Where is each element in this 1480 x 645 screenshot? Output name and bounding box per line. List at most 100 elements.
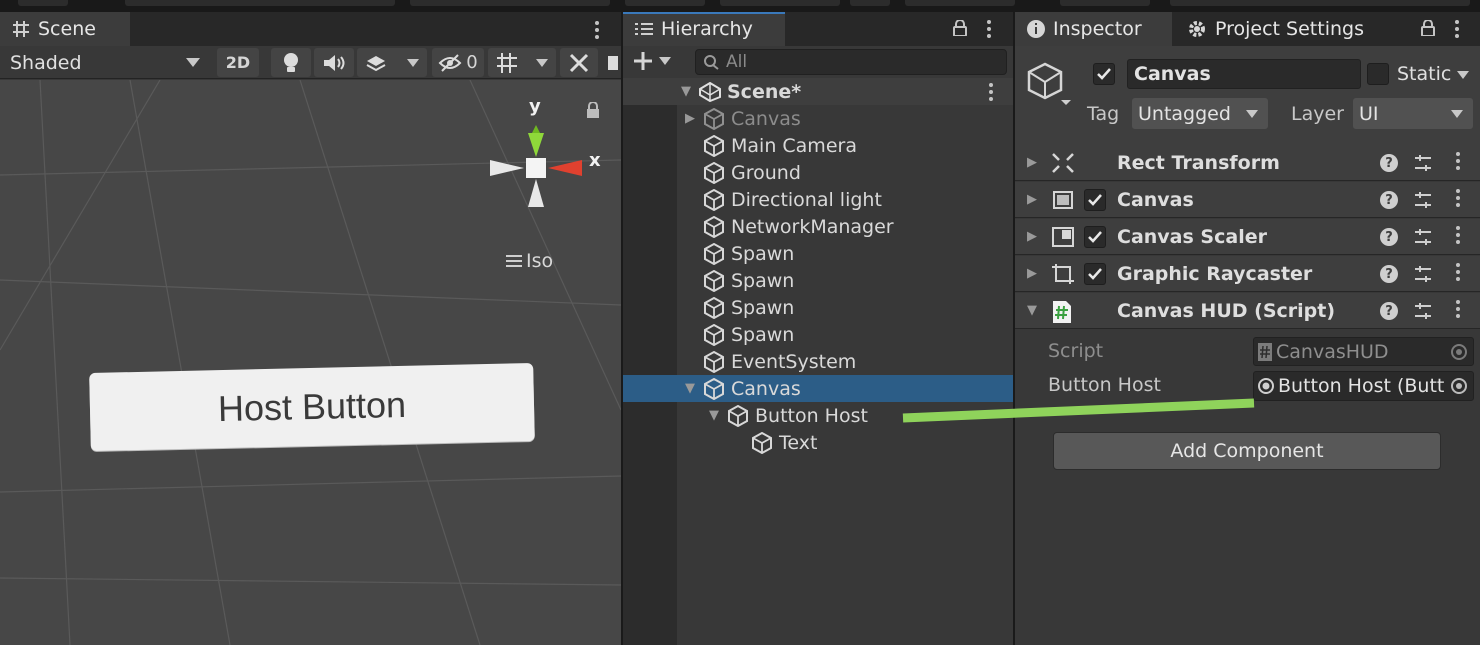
chevron-down-icon[interactable] (1457, 71, 1469, 79)
tag-dropdown[interactable]: Untagged (1132, 98, 1268, 129)
object-name-field[interactable]: Canvas (1127, 59, 1361, 89)
info-icon (1027, 20, 1045, 38)
help-icon[interactable]: ? (1380, 154, 1398, 172)
component-kebab-icon[interactable] (1456, 226, 1460, 247)
button-host-object-field[interactable]: Button Host (Butt (1253, 371, 1474, 401)
gameobject-cube-icon (703, 323, 725, 346)
hierarchy-item[interactable]: Spawn (623, 294, 1013, 321)
panel-divider[interactable] (1013, 12, 1015, 645)
hierarchy-menu-kebab-icon[interactable] (987, 20, 991, 41)
scene-viewport[interactable]: y x Iso Host Button (0, 80, 621, 645)
hierarchy-item[interactable]: ▼ Button Host (623, 402, 1013, 429)
unity-logo-icon (699, 81, 721, 102)
presets-icon[interactable] (1413, 190, 1433, 210)
grid-snapping-dropdown[interactable] (488, 48, 556, 77)
window-top-strip (0, 0, 1480, 12)
inspector-menu-kebab-icon[interactable] (1455, 20, 1459, 41)
hidden-count: 0 (466, 52, 478, 73)
tools-button[interactable] (560, 48, 598, 77)
lighting-toggle-button[interactable] (271, 48, 311, 77)
gameobject-cube-icon (703, 107, 725, 130)
collapsed-triangle-icon[interactable]: ▶ (1027, 155, 1037, 170)
hierarchy-search-input[interactable]: All (695, 49, 1007, 75)
hierarchy-item[interactable]: ▼ Canvas (623, 375, 1013, 402)
hierarchy-item[interactable]: Spawn (623, 321, 1013, 348)
audio-toggle-button[interactable] (314, 48, 354, 77)
gameobject-cube-icon (703, 377, 725, 400)
collapsed-triangle-icon[interactable]: ▶ (681, 111, 699, 126)
collapsed-triangle-icon[interactable]: ▶ (1027, 192, 1037, 207)
script-object-field: CanvasHUD (1253, 337, 1474, 366)
presets-icon[interactable] (1413, 264, 1433, 284)
component-name: Rect Transform (1117, 151, 1280, 174)
component-enabled-checkbox[interactable] (1084, 189, 1106, 211)
gameobject-cube-icon[interactable] (1027, 62, 1071, 106)
presets-icon[interactable] (1413, 227, 1433, 247)
expanded-triangle-icon[interactable]: ▼ (705, 408, 723, 423)
lock-icon[interactable] (586, 102, 600, 118)
hierarchy-item[interactable]: Text (623, 429, 1013, 456)
component-kebab-icon[interactable] (1456, 152, 1460, 173)
collapsed-triangle-icon[interactable]: ▶ (1027, 229, 1037, 244)
add-component-button[interactable]: Add Component (1053, 432, 1441, 470)
toggle-2d-button[interactable]: 2D (217, 48, 259, 77)
expanded-triangle-icon[interactable]: ▼ (677, 84, 695, 99)
presets-icon[interactable] (1413, 153, 1433, 173)
hierarchy-item[interactable]: Main Camera (623, 132, 1013, 159)
component-canvas-scaler[interactable]: ▶ Canvas Scaler ? (1015, 219, 1480, 255)
panel-divider[interactable] (621, 12, 623, 645)
tab-inspector[interactable]: Inspector (1015, 12, 1172, 46)
help-icon[interactable]: ? (1380, 191, 1398, 209)
static-checkbox[interactable] (1367, 63, 1389, 85)
camera-settings-button[interactable] (604, 48, 621, 77)
help-icon[interactable]: ? (1380, 302, 1398, 320)
tag-label: Tag (1087, 103, 1120, 125)
scene-row-kebab-icon[interactable] (989, 83, 993, 104)
expanded-triangle-icon[interactable]: ▼ (1027, 303, 1037, 318)
shading-mode-dropdown[interactable]: Shaded (2, 48, 208, 77)
expanded-triangle-icon[interactable]: ▼ (681, 381, 699, 396)
hierarchy-item[interactable]: ▶ Canvas (623, 105, 1013, 132)
component-graphic-raycaster[interactable]: ▶ Graphic Raycaster ? (1015, 256, 1480, 292)
lightbulb-icon (282, 52, 300, 74)
collapsed-triangle-icon[interactable]: ▶ (1027, 266, 1037, 281)
lock-icon[interactable] (1421, 20, 1435, 36)
hierarchy-item[interactable]: Ground (623, 159, 1013, 186)
hierarchy-item-label: Canvas (731, 377, 801, 400)
projection-toggle[interactable]: Iso (506, 250, 553, 272)
hidden-objects-toggle[interactable]: 0 (432, 48, 484, 77)
presets-icon[interactable] (1413, 301, 1433, 321)
component-rect-transform[interactable]: ▶ Rect Transform ? (1015, 145, 1480, 181)
tab-project-settings[interactable]: Project Settings (1175, 12, 1385, 46)
hierarchy-panel: Hierarchy All ▼ Scene* ▶ Canvas Main Camer… (623, 12, 1013, 645)
projection-label: Iso (526, 250, 554, 272)
hierarchy-item[interactable]: NetworkManager (623, 213, 1013, 240)
component-enabled-checkbox[interactable] (1084, 263, 1106, 285)
host-button-object[interactable]: Host Button (89, 362, 535, 452)
tab-hierarchy-label: Hierarchy (661, 18, 753, 40)
help-icon[interactable]: ? (1380, 228, 1398, 246)
lock-icon[interactable] (953, 20, 967, 36)
tab-hierarchy[interactable]: Hierarchy (623, 12, 785, 46)
component-canvas-hud-script[interactable]: ▼ Canvas HUD (Script) ? (1015, 293, 1480, 329)
scene-root-row[interactable]: ▼ Scene* (623, 78, 1013, 105)
component-kebab-icon[interactable] (1456, 263, 1460, 284)
help-icon[interactable]: ? (1380, 265, 1398, 283)
layer-dropdown[interactable]: UI (1353, 98, 1473, 129)
hierarchy-item[interactable]: EventSystem (623, 348, 1013, 375)
scene-menu-kebab-icon[interactable] (595, 21, 599, 42)
hierarchy-item[interactable]: Directional light (623, 186, 1013, 213)
component-kebab-icon[interactable] (1456, 189, 1460, 210)
component-canvas[interactable]: ▶ Canvas ? (1015, 182, 1480, 218)
hierarchy-item[interactable]: Spawn (623, 267, 1013, 294)
hierarchy-item[interactable]: Spawn (623, 240, 1013, 267)
active-checkbox[interactable] (1093, 63, 1115, 85)
effects-dropdown[interactable] (357, 48, 427, 77)
gizmo-x-label: x (589, 150, 601, 171)
object-picker-icon[interactable] (1451, 378, 1467, 394)
tab-scene[interactable]: Scene (0, 12, 130, 46)
component-enabled-checkbox[interactable] (1084, 226, 1106, 248)
component-kebab-icon[interactable] (1456, 300, 1460, 321)
create-dropdown[interactable] (633, 51, 671, 71)
orientation-gizmo-icon[interactable] (472, 105, 602, 225)
